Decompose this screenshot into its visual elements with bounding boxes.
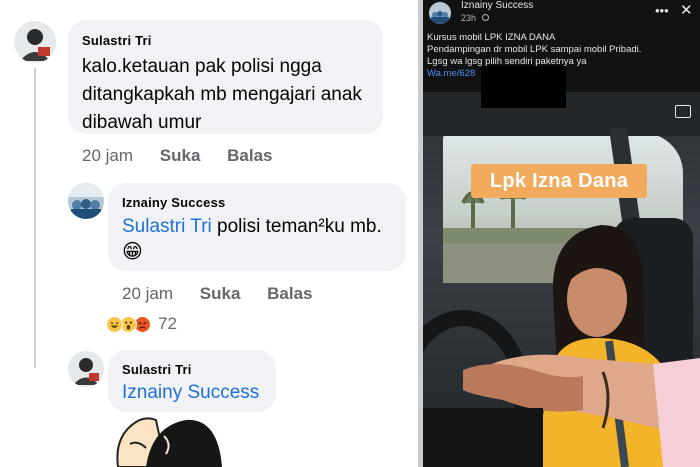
comment-line: kalo.ketauan pak polisi ngga bbox=[82, 56, 322, 77]
reaction-summary[interactable]: 72 bbox=[106, 314, 177, 334]
thread-line bbox=[34, 68, 36, 368]
page-name[interactable]: Iznainy Success bbox=[461, 0, 533, 11]
comment-line: ditangkapkah mb mengajari anak bbox=[82, 84, 362, 105]
post-time-text: 23h bbox=[461, 13, 477, 23]
comment-body: polisi teman²ku mb. bbox=[217, 216, 382, 237]
haha-reaction-icon bbox=[106, 315, 123, 333]
comment-actions: 20 jam Suka Balas bbox=[82, 146, 273, 166]
avatar[interactable] bbox=[68, 351, 104, 387]
comment-bubble: Iznainy Success Sulastri Tri polisi tema… bbox=[108, 183, 406, 271]
close-icon[interactable]: ✕ bbox=[680, 3, 693, 18]
comment-bubble: Sulastri Tri Iznainy Success bbox=[108, 350, 276, 412]
cast-icon[interactable] bbox=[675, 105, 691, 118]
comment-time[interactable]: 20 jam bbox=[122, 284, 173, 304]
comment-thread: Sulastri Tri kalo.ketauan pak polisi ngg… bbox=[0, 0, 418, 467]
comment-line: dibawah umur bbox=[82, 112, 202, 133]
grin-emoji: 😁 bbox=[122, 241, 143, 263]
comment-text: Sulastri Tri polisi teman²ku mb. bbox=[122, 213, 382, 241]
post-time[interactable]: 23h bbox=[461, 13, 489, 23]
comment-author[interactable]: Sulastri Tri bbox=[122, 362, 192, 377]
comment-text: kalo.ketauan pak polisi ngga ditangkapka… bbox=[82, 53, 362, 137]
mention-link[interactable]: Iznainy Success bbox=[122, 379, 259, 407]
like-button[interactable]: Suka bbox=[200, 284, 241, 304]
video-frame[interactable]: Lpk Izna Dana bbox=[423, 88, 700, 467]
comment-author[interactable]: Iznainy Success bbox=[122, 195, 225, 210]
video-post: Lpk Izna Dana Iznainy Success 23h ••• ✕ … bbox=[423, 0, 700, 467]
reaction-count: 72 bbox=[158, 314, 177, 333]
whatsapp-link[interactable]: Wa.me/628 bbox=[427, 68, 475, 79]
post-text-line: Kursus mobil LPK IZNA DANA bbox=[427, 32, 556, 43]
mention-link[interactable]: Sulastri Tri bbox=[122, 216, 212, 237]
page-avatar[interactable] bbox=[429, 2, 451, 24]
comment-actions: 20 jam Suka Balas bbox=[122, 284, 313, 304]
avatar[interactable] bbox=[14, 21, 56, 63]
reply-button[interactable]: Balas bbox=[227, 146, 272, 166]
comment-author[interactable]: Sulastri Tri bbox=[82, 33, 152, 48]
like-button[interactable]: Suka bbox=[160, 146, 201, 166]
comment-time[interactable]: 20 jam bbox=[82, 146, 133, 166]
post-text-line: Pendampingan dr mobil LPK sampai mobil P… bbox=[427, 44, 642, 55]
comment-bubble: Sulastri Tri kalo.ketauan pak polisi ngg… bbox=[68, 20, 383, 134]
video-title-label: Lpk Izna Dana bbox=[471, 164, 647, 198]
sticker-image[interactable] bbox=[108, 414, 228, 467]
reply-button[interactable]: Balas bbox=[267, 284, 312, 304]
globe-icon bbox=[481, 14, 489, 21]
more-icon[interactable]: ••• bbox=[655, 4, 669, 17]
dashboard bbox=[423, 408, 543, 467]
redaction-box bbox=[481, 66, 566, 108]
avatar[interactable] bbox=[68, 183, 104, 219]
